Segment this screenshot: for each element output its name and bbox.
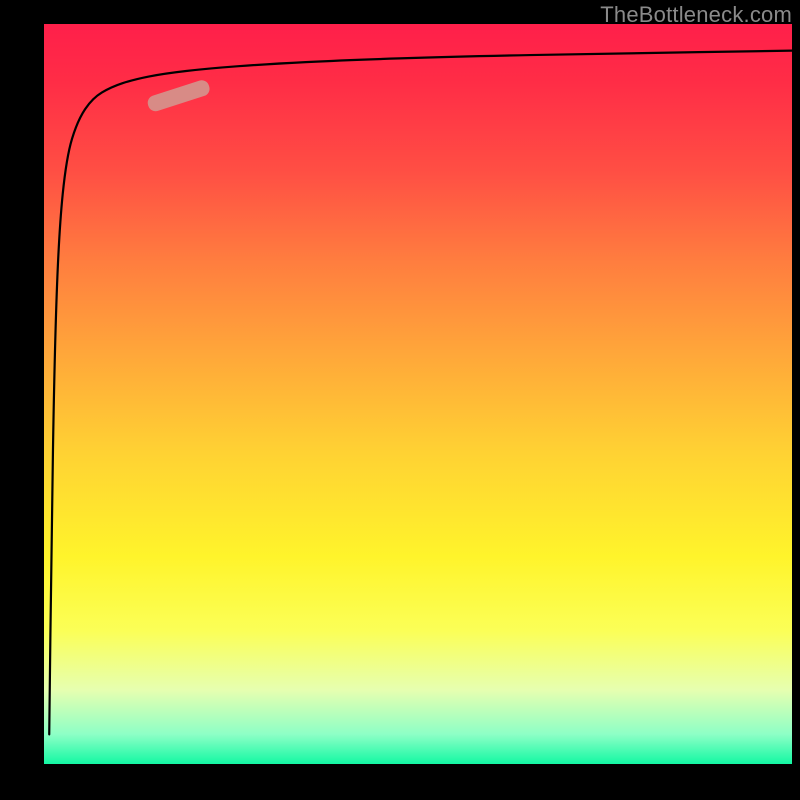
plot-gradient-area xyxy=(44,24,792,764)
chart-container: TheBottleneck.com xyxy=(0,0,800,800)
